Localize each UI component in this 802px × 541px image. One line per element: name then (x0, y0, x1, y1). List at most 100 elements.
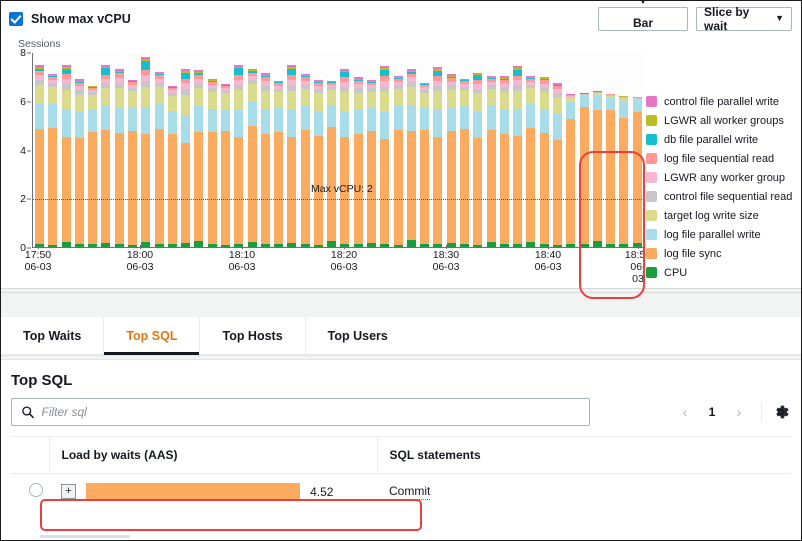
legend-label: log file sync (664, 248, 721, 260)
bar-column[interactable] (380, 66, 389, 247)
bar-column[interactable] (115, 69, 124, 247)
legend-item[interactable]: db file parallel write (646, 130, 801, 149)
bar-column[interactable] (566, 94, 575, 247)
bar-column[interactable] (314, 80, 323, 247)
checkbox-checked-icon[interactable] (9, 12, 23, 26)
bar-column[interactable] (141, 57, 150, 247)
chart-legend: control file parallel write LGWR all work… (646, 92, 801, 282)
legend-item[interactable]: control file parallel write (646, 92, 801, 111)
bar-column[interactable] (155, 72, 164, 247)
y-axis-tick: 6 (20, 96, 26, 108)
bar-column[interactable] (394, 76, 403, 247)
pagination-next-button[interactable]: › (726, 399, 752, 425)
bar-column[interactable] (487, 76, 496, 247)
bar-column[interactable] (593, 91, 602, 247)
bar-segment (473, 245, 482, 247)
legend-item[interactable]: target log write size (646, 206, 801, 225)
bar-segment (380, 244, 389, 247)
bar-column[interactable] (354, 77, 363, 247)
bar-column[interactable] (261, 73, 270, 247)
load-bar (86, 483, 300, 500)
legend-item[interactable]: LGWR any worker group (646, 168, 801, 187)
bar-column[interactable] (234, 65, 243, 247)
bar-column[interactable] (327, 81, 336, 247)
bar-column[interactable] (194, 70, 203, 247)
sessions-chart: Sessions 02468 Max vCPU: 2 17:5006-0318:… (1, 36, 801, 288)
bar-column[interactable] (500, 76, 509, 247)
bar-segment (234, 90, 243, 110)
row-radio-button[interactable] (29, 483, 43, 497)
legend-item[interactable]: LGWR all worker groups (646, 111, 801, 130)
slice-by-value: Slice by wait (704, 5, 771, 33)
bar-segment (447, 90, 456, 107)
chart-type-select[interactable]: Bar ▼ (598, 7, 688, 31)
bar-column[interactable] (75, 79, 84, 247)
bar-segment (420, 244, 429, 247)
bar-segment (141, 87, 150, 107)
max-vcpu-annotation: Max vCPU: 2 (311, 183, 373, 195)
slice-by-select[interactable]: Slice by wait ▼ (696, 7, 792, 31)
bar-column[interactable] (513, 66, 522, 247)
gear-icon[interactable] (771, 402, 791, 422)
bar-column[interactable] (433, 67, 442, 247)
bar-column[interactable] (35, 65, 44, 247)
legend-item[interactable]: CPU (646, 263, 801, 282)
bar-column[interactable] (447, 74, 456, 247)
bar-segment (553, 245, 562, 247)
bar-column[interactable] (540, 77, 549, 247)
expand-row-button[interactable]: + (61, 484, 76, 499)
row-select-cell[interactable] (11, 474, 49, 510)
bar-segment (181, 95, 190, 116)
legend-label: LGWR all worker groups (664, 115, 784, 127)
bar-column[interactable] (168, 86, 177, 247)
x-tick-time: 18:00 (127, 249, 154, 261)
bar-column[interactable] (221, 84, 230, 247)
bar-column[interactable] (301, 74, 310, 247)
bar-column[interactable] (367, 80, 376, 247)
bar-column[interactable] (48, 74, 57, 247)
bar-column[interactable] (633, 97, 642, 247)
bar-column[interactable] (420, 83, 429, 247)
search-box[interactable] (11, 398, 590, 426)
bar-column[interactable] (101, 65, 110, 247)
bar-column[interactable] (526, 76, 535, 247)
table-row[interactable]: +4.52Commit (11, 474, 791, 510)
bar-segment (367, 92, 376, 108)
sql-statement-link[interactable]: Commit (389, 484, 430, 500)
bar-column[interactable] (287, 65, 296, 247)
bar-segment (287, 243, 296, 247)
bar-column[interactable] (553, 83, 562, 247)
bar-segment (101, 130, 110, 243)
bar-column[interactable] (274, 81, 283, 247)
bar-column[interactable] (62, 65, 71, 247)
bar-column[interactable] (208, 79, 217, 247)
bar-column[interactable] (606, 94, 615, 247)
x-tick-time: 17:50 (25, 249, 52, 261)
bar-column[interactable] (248, 69, 257, 247)
legend-item[interactable]: log file sync (646, 244, 801, 263)
tab-top-hosts[interactable]: Top Hosts (199, 317, 304, 354)
tab-top-users[interactable]: Top Users (305, 317, 410, 354)
tab-top-waits[interactable]: Top Waits (1, 317, 103, 354)
chevron-down-icon: ▼ (775, 14, 784, 23)
sql-statement-cell: Commit (377, 474, 791, 510)
bar-column[interactable] (181, 69, 190, 247)
pagination-current-page[interactable]: 1 (700, 399, 724, 425)
bar-column[interactable] (473, 73, 482, 247)
bar-column[interactable] (88, 86, 97, 247)
bar-column[interactable] (128, 80, 137, 247)
tab-top-sql[interactable]: Top SQL (103, 317, 199, 354)
bar-column[interactable] (340, 69, 349, 247)
pagination-prev-button[interactable]: ‹ (672, 399, 698, 425)
bar-segment (287, 110, 296, 137)
legend-item[interactable]: log file parallel write (646, 225, 801, 244)
legend-item[interactable]: control file sequential read (646, 187, 801, 206)
bar-column[interactable] (619, 96, 628, 247)
show-max-vcpu-checkbox[interactable]: Show max vCPU (9, 12, 131, 26)
bar-segment (155, 104, 164, 129)
bar-column[interactable] (407, 69, 416, 247)
bar-column[interactable] (460, 79, 469, 247)
search-input[interactable] (41, 405, 580, 419)
legend-item[interactable]: log file sequential read (646, 149, 801, 168)
bar-column[interactable] (580, 93, 589, 247)
